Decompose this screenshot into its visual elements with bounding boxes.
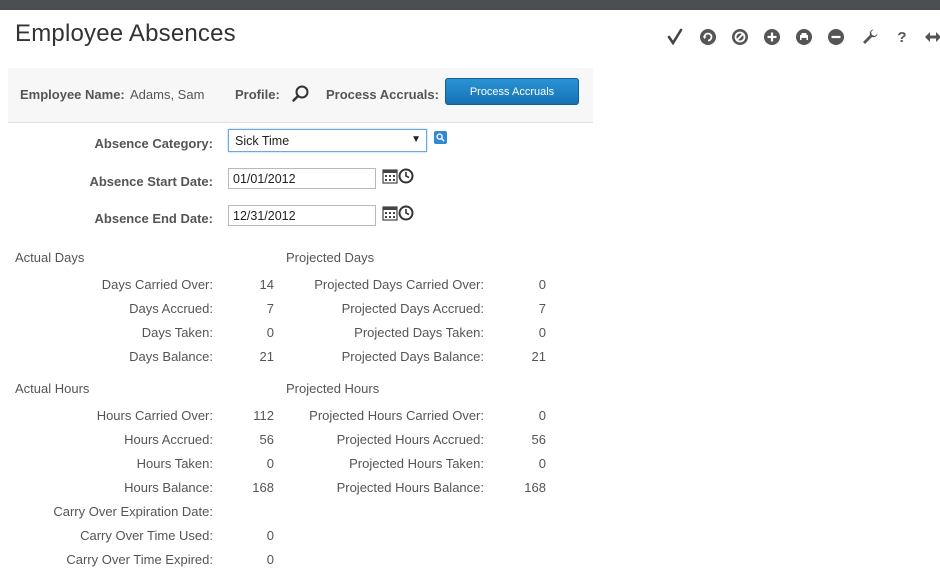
- carry-over-time-expired-label: Carry Over Time Expired:: [66, 552, 213, 567]
- days-accrued-value: 7: [266, 301, 274, 316]
- projected-hours-carried-over-label: Projected Hours Carried Over:: [309, 408, 484, 423]
- calendar-icon[interactable]: [382, 205, 398, 221]
- projected-days-carried-over-value: 0: [538, 277, 546, 292]
- hours-balance-value: 168: [252, 480, 274, 495]
- absence-category-label: Absence Category:: [94, 136, 213, 151]
- days-taken-value: 0: [266, 325, 274, 340]
- projected-days-taken-value: 0: [538, 325, 546, 340]
- projected-hours-taken-value: 0: [538, 456, 546, 471]
- print-icon[interactable]: [793, 26, 815, 48]
- projected-days-accrued-value: 7: [538, 301, 546, 316]
- absence-end-date-input[interactable]: [228, 205, 376, 226]
- projected-days-balance-label: Projected Days Balance:: [341, 349, 484, 364]
- days-carried-over-label: Days Carried Over:: [101, 277, 213, 292]
- projected-days-carried-over-label: Projected Days Carried Over:: [314, 277, 484, 292]
- days-balance-label: Days Balance:: [129, 349, 213, 364]
- hours-carried-over-value: 112: [253, 408, 274, 423]
- days-balance-value: 21: [259, 349, 274, 364]
- page-title: Employee Absences: [15, 20, 236, 47]
- absence-start-label: Absence Start Date:: [89, 174, 213, 189]
- hours-carried-over-label: Hours Carried Over:: [96, 408, 213, 423]
- hours-accrued-value: 56: [259, 432, 274, 447]
- clock-icon[interactable]: [398, 205, 414, 221]
- projected-hours-heading: Projected Hours: [286, 381, 380, 396]
- process-accruals-label: Process Accruals:: [326, 87, 439, 102]
- employee-bar: Employee Name: Adams, Sam Profile: Proce…: [8, 68, 593, 123]
- days-carried-over-value: 14: [259, 277, 274, 292]
- clock-icon[interactable]: [398, 168, 414, 184]
- projected-hours-accrued-label: Projected Hours Accrued:: [336, 432, 484, 447]
- wrench-icon[interactable]: [859, 26, 881, 48]
- profile-search-icon[interactable]: [291, 84, 311, 107]
- projected-days-heading: Projected Days: [286, 250, 375, 265]
- projected-days-accrued-label: Projected Days Accrued:: [341, 301, 484, 316]
- absence-category-select[interactable]: Sick Time ▼: [228, 129, 427, 152]
- carry-over-time-used-value: 0: [266, 528, 274, 543]
- profile-label: Profile:: [235, 87, 280, 102]
- calendar-icon[interactable]: [382, 168, 398, 184]
- actual-hours-heading: Actual Hours: [15, 381, 90, 396]
- add-icon[interactable]: [761, 26, 783, 48]
- hours-taken-value: 0: [266, 456, 274, 471]
- days-accrued-label: Days Accrued:: [129, 301, 213, 316]
- help-icon[interactable]: ?: [891, 26, 913, 48]
- chevron-down-icon: ▼: [411, 134, 421, 145]
- projected-hours-carried-over-value: 0: [538, 408, 546, 423]
- hours-balance-label: Hours Balance:: [124, 480, 213, 495]
- projected-days-taken-label: Projected Days Taken:: [354, 325, 484, 340]
- process-accruals-button[interactable]: Process Accruals: [445, 78, 579, 105]
- employee-name-value: Adams, Sam: [130, 87, 205, 102]
- employee-name-label: Employee Name:: [20, 87, 125, 102]
- remove-icon[interactable]: [825, 26, 847, 48]
- check-icon[interactable]: [664, 26, 686, 48]
- carry-over-time-expired-value: 0: [266, 552, 274, 567]
- actual-days-heading: Actual Days: [15, 250, 85, 265]
- projected-hours-taken-label: Projected Hours Taken:: [349, 456, 484, 471]
- carry-over-time-used-label: Carry Over Time Used:: [80, 528, 213, 543]
- projected-hours-balance-label: Projected Hours Balance:: [336, 480, 484, 495]
- top-bar: [0, 0, 940, 10]
- carry-over-expiration-date-label: Carry Over Expiration Date:: [53, 504, 213, 519]
- category-lookup-icon[interactable]: [434, 131, 447, 144]
- projected-hours-balance-value: 168: [524, 480, 546, 495]
- cancel-icon[interactable]: [729, 26, 751, 48]
- absence-category-value: Sick Time: [235, 134, 290, 148]
- absence-start-date-input[interactable]: [228, 168, 376, 189]
- expand-icon[interactable]: [922, 26, 940, 48]
- refresh-icon[interactable]: [697, 26, 719, 48]
- projected-hours-accrued-value: 56: [531, 432, 546, 447]
- days-taken-label: Days Taken:: [141, 325, 213, 340]
- absence-end-label: Absence End Date:: [94, 211, 213, 226]
- hours-accrued-label: Hours Accrued:: [124, 432, 213, 447]
- projected-days-balance-value: 21: [531, 349, 546, 364]
- hours-taken-label: Hours Taken:: [136, 456, 213, 471]
